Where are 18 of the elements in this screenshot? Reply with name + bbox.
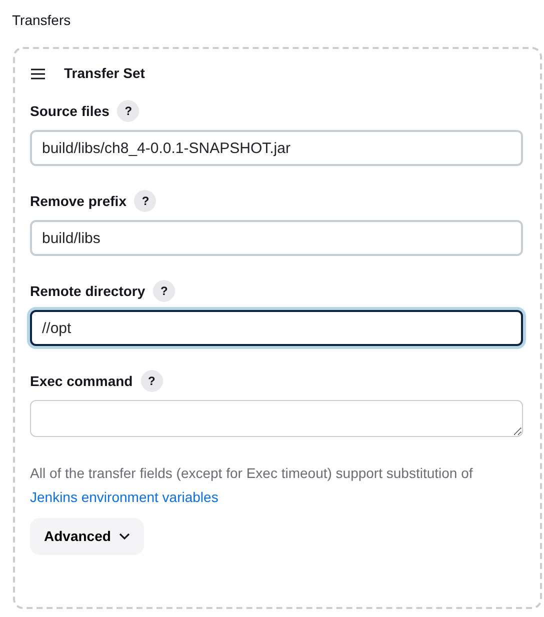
chevron-down-icon <box>118 532 130 540</box>
help-button[interactable]: ? <box>134 190 156 212</box>
help-button[interactable]: ? <box>117 100 140 122</box>
field-label: Remote directory <box>30 282 146 301</box>
text-field[interactable]: build/libs <box>30 220 523 256</box>
field-label: Remove prefix <box>30 192 126 211</box>
drag-handle-icon[interactable] <box>30 68 46 80</box>
advanced-button[interactable]: Advanced <box>30 518 144 554</box>
help-button[interactable]: ? <box>140 370 163 392</box>
field-label: Exec command <box>30 372 133 390</box>
field-label: Source files <box>30 102 110 120</box>
transfer-set-title: Transfer Set <box>64 64 145 83</box>
help-note: All of the transfer fields (except for Exec timeout) support substitution of Jenkins environment variables <box>30 464 474 507</box>
text-field[interactable]: build/libs/ch8_4-0.0.1-SNAPSHOT.jar <box>30 130 523 166</box>
text-field[interactable]: //opt <box>30 310 523 346</box>
section-title: Transfers <box>11 11 72 30</box>
environment-variables-link[interactable]: Jenkins environment variables <box>30 489 218 505</box>
help-button[interactable]: ? <box>153 280 176 302</box>
